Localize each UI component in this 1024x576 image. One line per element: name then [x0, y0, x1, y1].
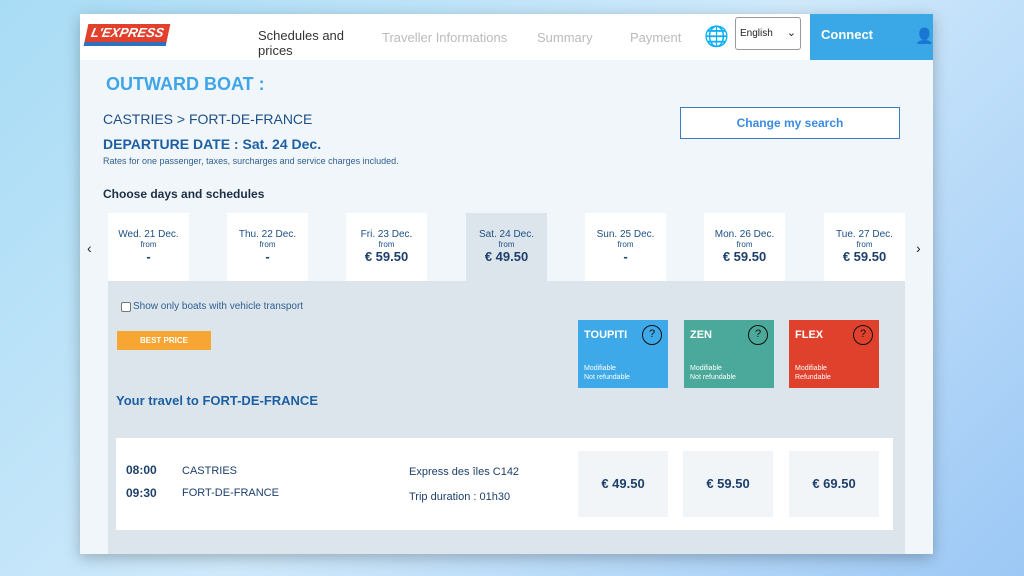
vessel-name: Express des îles C142 — [409, 466, 520, 478]
help-icon[interactable]: ? — [853, 325, 873, 345]
best-price-badge: BEST PRICE — [117, 331, 211, 350]
arrival-place: FORT-DE-FRANCE — [182, 487, 279, 499]
travel-heading: Your travel to FORT-DE-FRANCE — [116, 393, 318, 408]
header: L'EXPRESS Schedules and prices Traveller… — [80, 14, 933, 60]
day-from: from — [259, 240, 276, 249]
app-window: L'EXPRESS Schedules and prices Traveller… — [80, 14, 933, 554]
language-value: English — [740, 28, 773, 39]
day-tab[interactable]: Tue. 27 Dec. from € 59.50 — [824, 213, 905, 281]
day-price: € 59.50 — [842, 249, 887, 264]
day-tab[interactable]: Fri. 23 Dec. from € 59.50 — [346, 213, 427, 281]
fare-condition: Modifiable — [584, 365, 616, 372]
step-payment: Payment — [630, 30, 682, 45]
rates-note: Rates for one passenger, taxes, surcharg… — [103, 156, 399, 166]
day-date: Tue. 27 Dec. — [836, 229, 893, 240]
day-price: - — [623, 249, 628, 264]
departure-place: CASTRIES — [182, 465, 238, 477]
day-from: from — [617, 240, 634, 249]
help-icon[interactable]: ? — [642, 325, 662, 345]
trip-row: 08:00 CASTRIES 09:30 FORT-DE-FRANCE Expr… — [116, 438, 893, 530]
day-date: Fri. 23 Dec. — [360, 229, 413, 240]
change-search-button[interactable]: Change my search — [680, 107, 900, 139]
day-date: Thu. 22 Dec. — [238, 229, 297, 240]
results-panel: Show only boats with vehicle transport B… — [108, 281, 905, 554]
step-traveller: Traveller Informations — [382, 30, 508, 45]
day-date: Mon. 26 Dec. — [714, 229, 775, 240]
vehicle-filter[interactable]: Show only boats with vehicle transport — [121, 301, 303, 312]
day-price: € 49.50 — [484, 249, 529, 264]
price-zen[interactable]: € 59.50 — [683, 451, 773, 517]
step-schedules[interactable]: Schedules and prices — [258, 28, 358, 58]
day-from: from — [856, 240, 873, 249]
fare-condition: Refundable — [795, 374, 831, 381]
language-select[interactable]: English ⌄ — [735, 17, 801, 50]
fare-card: TOUPITI? Modifiable Not refundable — [578, 320, 668, 388]
day-tab[interactable]: Wed. 21 Dec. from - — [108, 213, 189, 281]
day-price: - — [146, 249, 151, 264]
fare-condition: Modifiable — [795, 365, 827, 372]
day-from: from — [378, 240, 395, 249]
vehicle-checkbox[interactable] — [121, 301, 131, 312]
price-toupiti[interactable]: € 49.50 — [578, 451, 668, 517]
day-date: Sat. 24 Dec. — [478, 229, 535, 240]
fare-card: FLEX? Modifiable Refundable — [789, 320, 879, 388]
day-price: - — [265, 249, 270, 264]
departure-date: DEPARTURE DATE : Sat. 24 Dec. — [103, 136, 322, 152]
prev-arrow-icon[interactable]: ‹ — [87, 240, 92, 256]
price-flex[interactable]: € 69.50 — [789, 451, 879, 517]
day-from: from — [140, 240, 157, 249]
user-icon[interactable]: 👤 — [915, 27, 933, 45]
help-icon[interactable]: ? — [748, 325, 768, 345]
day-tab[interactable]: Sat. 24 Dec. from € 49.50 — [466, 213, 547, 281]
day-date: Sun. 25 Dec. — [596, 229, 655, 240]
day-tab[interactable]: Sun. 25 Dec. from - — [585, 213, 666, 281]
logo[interactable]: L'EXPRESS — [83, 24, 171, 46]
day-tab[interactable]: Thu. 22 Dec. from - — [227, 213, 308, 281]
route: CASTRIES > FORT-DE-FRANCE — [103, 111, 313, 127]
fare-card: ZEN? Modifiable Not refundable — [684, 320, 774, 388]
day-price: € 59.50 — [722, 249, 767, 264]
step-summary: Summary — [537, 30, 593, 45]
day-price: € 59.50 — [364, 249, 409, 264]
choose-heading: Choose days and schedules — [103, 187, 265, 201]
day-tab[interactable]: Mon. 26 Dec. from € 59.50 — [704, 213, 785, 281]
day-from: from — [498, 240, 515, 249]
vehicle-filter-label: Show only boats with vehicle transport — [133, 301, 304, 312]
page-title: OUTWARD BOAT : — [106, 74, 265, 94]
next-arrow-icon[interactable]: › — [916, 240, 921, 256]
chevron-down-icon: ⌄ — [786, 27, 796, 39]
day-from: from — [736, 240, 753, 249]
day-date: Wed. 21 Dec. — [118, 229, 179, 240]
fare-condition: Not refundable — [690, 374, 736, 381]
arrival-time: 09:30 — [126, 486, 157, 500]
fare-condition: Not refundable — [584, 374, 630, 381]
trip-duration: Trip duration : 01h30 — [409, 491, 511, 503]
departure-time: 08:00 — [126, 463, 157, 477]
globe-icon: 🌐 — [704, 26, 729, 48]
fare-condition: Modifiable — [690, 365, 722, 372]
